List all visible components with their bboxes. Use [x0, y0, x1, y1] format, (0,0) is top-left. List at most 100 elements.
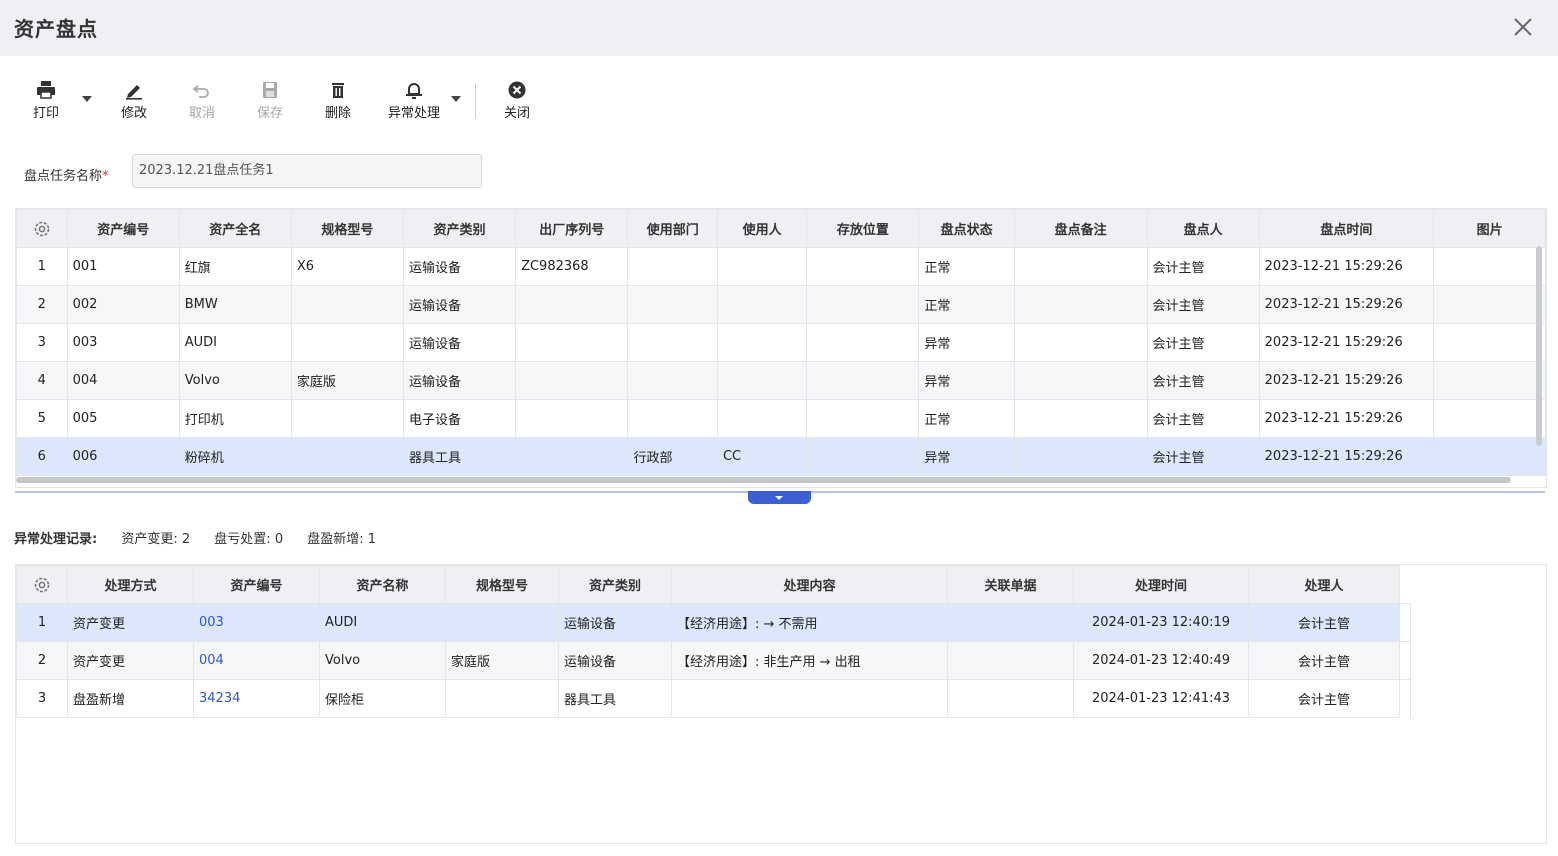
cell-user[interactable]	[716, 247, 808, 286]
column-header[interactable]: 处理方式	[67, 565, 194, 604]
column-header[interactable]: 盘点时间	[1258, 209, 1435, 248]
column-header[interactable]: 规格型号	[445, 565, 559, 604]
cell-category[interactable]: 器具工具	[558, 679, 672, 718]
cell-location[interactable]	[806, 323, 920, 362]
column-header[interactable]: 处理内容	[671, 565, 948, 604]
column-header[interactable]: 资产类别	[402, 209, 517, 248]
cell-name[interactable]: 红旗	[178, 247, 292, 286]
table-row[interactable]: 1 001 红旗 X6 运输设备 ZC982368 正常 会计主管 2023-12-21 15:…	[16, 247, 1546, 286]
table-row[interactable]: 3 盘盈新增 34234 保险柜 器具工具 2024-01-23 12:41:43 会计主管	[16, 679, 1411, 718]
cell-time[interactable]: 2024-01-23 12:41:43	[1073, 679, 1249, 718]
cell-status[interactable]: 正常	[918, 247, 1015, 286]
column-header[interactable]: 资产编号	[193, 565, 320, 604]
cell-remark[interactable]	[1013, 361, 1148, 400]
cell-time[interactable]: 2024-01-23 12:40:49	[1073, 641, 1249, 680]
column-header[interactable]: 资产全名	[178, 209, 292, 248]
cell-dept[interactable]	[627, 399, 718, 438]
column-header[interactable]: 处理人	[1248, 565, 1400, 604]
close-button[interactable]: 关闭	[489, 74, 545, 126]
cell-user[interactable]	[716, 285, 808, 324]
cell-time[interactable]: 2023-12-21 15:29:26	[1258, 437, 1435, 476]
cell-content[interactable]	[671, 679, 948, 718]
column-header[interactable]: 资产编号	[66, 209, 180, 248]
cell-category[interactable]: 运输设备	[402, 285, 517, 324]
save-button[interactable]: 保存	[242, 74, 298, 126]
cell-dept[interactable]	[627, 361, 718, 400]
cell-checker[interactable]: 会计主管	[1146, 323, 1260, 362]
column-header[interactable]: 出厂序列号	[515, 209, 629, 248]
cell-spec[interactable]	[290, 437, 404, 476]
cell-status[interactable]: 异常	[918, 361, 1015, 400]
cell-doc[interactable]	[947, 603, 1074, 642]
cell-code[interactable]: 003	[193, 603, 320, 642]
cell-image[interactable]	[1433, 399, 1546, 438]
gear-icon[interactable]	[32, 575, 52, 595]
cell-user[interactable]	[716, 361, 808, 400]
cell-content[interactable]: 【经济用途】: 非生产用 → 出租	[671, 641, 948, 680]
cell-user[interactable]: CC	[716, 437, 808, 476]
cell-serial[interactable]	[515, 399, 629, 438]
cell-checker[interactable]: 会计主管	[1146, 399, 1260, 438]
column-settings[interactable]	[16, 209, 68, 248]
cell-time[interactable]: 2023-12-21 15:29:26	[1258, 247, 1435, 286]
print-dropdown-caret[interactable]	[82, 96, 92, 102]
task-name-input[interactable]: 2023.12.21盘点任务1	[132, 154, 482, 188]
cell-status[interactable]: 正常	[918, 399, 1015, 438]
column-header[interactable]: 资产类别	[558, 565, 672, 604]
cell-location[interactable]	[806, 437, 920, 476]
column-header[interactable]: 盘点备注	[1013, 209, 1148, 248]
cell-content[interactable]: 【经济用途】: → 不需用	[671, 603, 948, 642]
cell-dept[interactable]	[627, 247, 718, 286]
cell-time[interactable]: 2023-12-21 15:29:26	[1258, 285, 1435, 324]
cell-serial[interactable]	[515, 323, 629, 362]
cell-time[interactable]: 2023-12-21 15:29:26	[1258, 399, 1435, 438]
cell-status[interactable]: 正常	[918, 285, 1015, 324]
cell-remark[interactable]	[1013, 323, 1148, 362]
cell-category[interactable]: 运输设备	[402, 323, 517, 362]
cell-spec[interactable]: X6	[290, 247, 404, 286]
cell-spec[interactable]	[290, 323, 404, 362]
cell-dept[interactable]	[627, 323, 718, 362]
column-header[interactable]: 处理时间	[1073, 565, 1249, 604]
cell-location[interactable]	[806, 361, 920, 400]
cell-doc[interactable]	[947, 641, 1074, 680]
table-row[interactable]: 1 资产变更 003 AUDI 运输设备 【经济用途】: → 不需用 2024-01-23 …	[16, 603, 1411, 642]
cell-category[interactable]: 运输设备	[402, 247, 517, 286]
gear-icon[interactable]	[32, 219, 52, 239]
cell-image[interactable]	[1433, 247, 1546, 286]
cell-name[interactable]: Volvo	[319, 641, 446, 680]
cell-location[interactable]	[806, 247, 920, 286]
cell-name[interactable]: Volvo	[178, 361, 292, 400]
cell-handler[interactable]: 会计主管	[1248, 679, 1400, 718]
cell-method[interactable]: 资产变更	[67, 603, 194, 642]
cell-method[interactable]: 盘盈新增	[67, 679, 194, 718]
cell-name[interactable]: BMW	[178, 285, 292, 324]
cell-code[interactable]: 34234	[193, 679, 320, 718]
cell-remark[interactable]	[1013, 399, 1148, 438]
cell-image[interactable]	[1433, 285, 1546, 324]
cell-handler[interactable]: 会计主管	[1248, 603, 1400, 642]
column-header[interactable]: 使用部门	[627, 209, 718, 248]
cell-name[interactable]: 保险柜	[319, 679, 446, 718]
cell-serial[interactable]	[515, 285, 629, 324]
cell-image[interactable]	[1433, 323, 1546, 362]
splitter-collapse-handle[interactable]	[748, 491, 811, 504]
record-column-settings[interactable]	[16, 565, 68, 604]
cell-category[interactable]: 运输设备	[402, 361, 517, 400]
column-header[interactable]: 关联单据	[947, 565, 1074, 604]
cell-serial[interactable]	[515, 437, 629, 476]
cell-serial[interactable]: ZC982368	[515, 247, 629, 286]
cell-name[interactable]: AUDI	[178, 323, 292, 362]
cell-category[interactable]: 器具工具	[402, 437, 517, 476]
cell-time[interactable]: 2024-01-23 12:40:19	[1073, 603, 1249, 642]
cell-code[interactable]: 003	[66, 323, 180, 362]
cell-category[interactable]: 运输设备	[558, 641, 672, 680]
cell-checker[interactable]: 会计主管	[1146, 437, 1260, 476]
cell-code[interactable]: 001	[66, 247, 180, 286]
cell-remark[interactable]	[1013, 247, 1148, 286]
cell-location[interactable]	[806, 399, 920, 438]
delete-button[interactable]: 删除	[310, 74, 366, 126]
cell-dept[interactable]	[627, 285, 718, 324]
cell-code[interactable]: 005	[66, 399, 180, 438]
cell-name[interactable]: 粉碎机	[178, 437, 292, 476]
